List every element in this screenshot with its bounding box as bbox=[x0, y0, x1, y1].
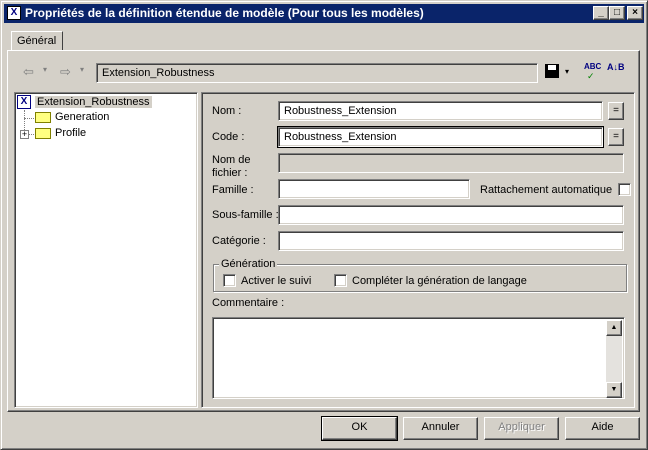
tree-item-generation[interactable]: Generation bbox=[35, 111, 109, 127]
object-path-field: Extension_Robustness bbox=[96, 63, 538, 83]
code-label: Code : bbox=[212, 131, 245, 143]
app-icon: X bbox=[7, 6, 21, 20]
extension-icon: X bbox=[17, 95, 31, 109]
scroll-down-icon[interactable]: ▼ bbox=[606, 382, 622, 398]
nom-fichier-label-1: Nom de bbox=[212, 154, 251, 166]
categorie-label: Catégorie : bbox=[212, 235, 266, 247]
tab-general[interactable]: Général bbox=[11, 31, 63, 51]
aide-button[interactable]: Aide bbox=[565, 417, 640, 440]
tree-root-item[interactable]: X Extension_Robustness bbox=[17, 95, 152, 111]
sous-famille-label: Sous-famille : bbox=[212, 209, 279, 221]
minimize-button[interactable]: _ bbox=[593, 6, 609, 20]
title-bar[interactable]: X Propriétés de la définition étendue de… bbox=[4, 4, 644, 23]
tree-line bbox=[29, 134, 34, 135]
generation-group-label: Génération bbox=[219, 258, 278, 270]
tree-root-label: Extension_Robustness bbox=[35, 95, 152, 108]
nom-fichier-label-2: fichier : bbox=[212, 167, 248, 179]
tree-view[interactable]: X Extension_Robustness Generation + Profi… bbox=[14, 92, 198, 408]
forward-arrow-icon[interactable]: ⇨ bbox=[60, 64, 71, 80]
rattachement-label: Rattachement automatique bbox=[480, 184, 613, 196]
activer-suivi-checkbox[interactable] bbox=[223, 274, 236, 287]
tree-item-label: Profile bbox=[55, 127, 87, 139]
spell-check-icon[interactable]: ABC bbox=[584, 62, 601, 71]
tree-item-profile[interactable]: Profile bbox=[35, 127, 86, 143]
check-mark-icon: ✓ bbox=[587, 71, 595, 81]
save-dropdown-icon[interactable]: ▾ bbox=[565, 67, 569, 76]
back-dropdown-icon[interactable]: ▾ bbox=[43, 65, 47, 74]
window-title: Propriétés de la définition étendue de m… bbox=[25, 6, 424, 20]
maximize-button[interactable]: □ bbox=[609, 6, 625, 20]
nom-input[interactable]: Robustness_Extension bbox=[278, 101, 603, 121]
folder-icon bbox=[35, 111, 51, 123]
tree-item-label: Generation bbox=[55, 111, 110, 123]
sous-famille-input[interactable] bbox=[278, 205, 624, 225]
tree-line bbox=[24, 118, 34, 119]
save-icon-label bbox=[548, 65, 556, 70]
forward-dropdown-icon[interactable]: ▾ bbox=[80, 65, 84, 74]
commentaire-textarea[interactable]: ▲ ▼ bbox=[212, 317, 625, 399]
vertical-scrollbar[interactable]: ▲ ▼ bbox=[606, 320, 622, 398]
appliquer-button[interactable]: Appliquer bbox=[484, 417, 559, 440]
nom-fichier-input bbox=[278, 153, 624, 173]
nom-code-sync-button[interactable]: = bbox=[608, 102, 624, 120]
back-arrow-icon[interactable]: ⇦ bbox=[23, 64, 34, 80]
expand-icon[interactable]: + bbox=[20, 130, 29, 139]
completer-label: Compléter la génération de langage bbox=[352, 275, 527, 287]
ok-button[interactable]: OK bbox=[321, 416, 398, 441]
folder-icon bbox=[35, 127, 51, 139]
code-input[interactable]: Robustness_Extension bbox=[277, 126, 604, 148]
famille-label: Famille : bbox=[212, 184, 254, 196]
code-sync-button[interactable]: = bbox=[608, 128, 624, 146]
categorie-input[interactable] bbox=[278, 231, 624, 251]
sort-icon[interactable]: A↓B bbox=[607, 63, 627, 72]
commentaire-label: Commentaire : bbox=[212, 297, 285, 309]
close-button[interactable]: × bbox=[627, 6, 643, 20]
nom-label: Nom : bbox=[212, 105, 242, 117]
rattachement-checkbox[interactable] bbox=[618, 183, 631, 196]
scroll-up-icon[interactable]: ▲ bbox=[606, 320, 622, 336]
activer-suivi-label: Activer le suivi bbox=[241, 275, 312, 287]
annuler-button[interactable]: Annuler bbox=[403, 417, 478, 440]
dialog-window: X Propriétés de la définition étendue de… bbox=[0, 0, 648, 450]
completer-checkbox[interactable] bbox=[334, 274, 347, 287]
famille-input[interactable] bbox=[278, 179, 470, 199]
